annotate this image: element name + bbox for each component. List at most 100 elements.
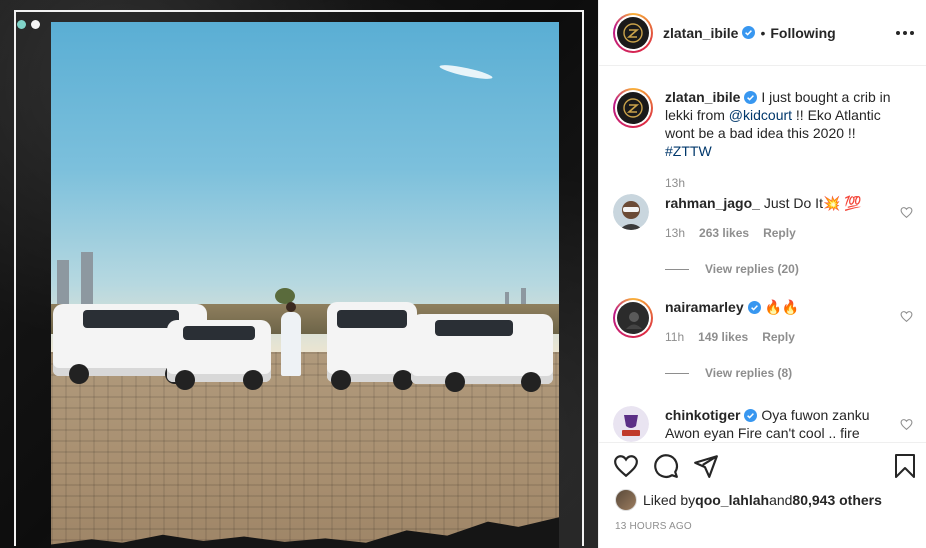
likes-joiner: and [769,492,793,508]
share-icon[interactable] [693,453,719,479]
verified-badge-icon [742,26,756,39]
white-mercedes-suv-coupe [411,314,553,392]
post-timestamp[interactable]: 13 HOURS AGO [615,521,692,532]
post-photo[interactable] [0,0,598,548]
comment-text: nairamarley 🔥🔥 [665,298,895,316]
comment-body: chinkotiger Oya fuwon zanku Awon eyan Fi… [665,406,895,442]
car-wheel [331,370,351,390]
reply-button[interactable]: Reply [763,224,796,242]
view-replies-label: View replies (8) [705,366,793,380]
comment-meta: 13h 263 likes Reply [665,224,895,242]
comment-time[interactable]: 11h [665,328,684,346]
car-window [435,320,513,336]
view-replies-button[interactable]: View replies (8) [665,366,792,380]
likes-count[interactable]: 80,943 others [792,492,882,508]
skyscraper [57,260,69,304]
caption-body: zlatan_ibile I just bought a crib in lek… [665,88,895,192]
caption-text: zlatan_ibile I just bought a crib in lek… [665,88,895,160]
comment-item: chinkotiger Oya fuwon zanku Awon eyan Fi… [613,406,913,442]
comment-item: nairamarley 🔥🔥 11h 149 likes Reply [613,298,913,346]
verified-badge-icon [744,91,758,104]
bookmark-icon[interactable] [893,453,917,479]
liker-avatar[interactable] [615,489,637,511]
avatar-border [615,300,651,336]
comment-likes[interactable]: 263 likes [699,224,749,242]
car-wheel [393,370,413,390]
car-wheel [243,370,263,390]
comment-username[interactable]: nairamarley [665,299,744,315]
car-window [83,310,179,328]
comment-username[interactable]: chinkotiger [665,407,740,423]
caption-time[interactable]: 13h [665,174,685,192]
car-lineup-photo [51,22,559,546]
comment-icon[interactable] [653,453,679,479]
car-wheel [445,372,465,392]
caption-hashtag-link[interactable]: #ZTTW [665,143,712,159]
commenter-avatar[interactable] [613,194,649,230]
post-header: zlatan_ibile • Following [599,0,926,66]
comment-text: chinkotiger Oya fuwon zanku Awon eyan Fi… [665,406,895,442]
likes-summary: Liked by qoo_lahlah and 80,943 others [615,489,882,511]
comment-item: rahman_jago_ Just Do It💥 💯 13h 263 likes… [613,194,913,242]
car-wheel [521,372,541,392]
likes-prefix: Liked by [643,492,696,508]
action-icons [613,453,719,479]
car-window [183,326,255,340]
view-replies-line [665,372,689,374]
view-replies-button[interactable]: View replies (20) [665,262,799,276]
caption-author-avatar[interactable] [613,88,653,128]
comment-body: nairamarley 🔥🔥 11h 149 likes Reply [665,298,895,346]
dot [903,31,907,35]
post-actions: Liked by qoo_lahlah and 80,943 others 13… [599,442,926,548]
commenter-avatar[interactable] [613,298,653,338]
verified-badge-icon [744,409,758,422]
dot [910,31,914,35]
heart-icon[interactable] [613,453,639,479]
comment-meta: 11h 149 likes Reply [665,328,895,346]
zttw-logo-icon [617,92,649,124]
following-button[interactable]: Following [770,25,835,41]
caption-mention-link[interactable]: @kidcourt [729,107,792,123]
reply-button[interactable]: Reply [762,328,795,346]
comment-username[interactable]: rahman_jago_ [665,195,760,211]
commenter-photo [617,302,649,334]
more-options-icon[interactable] [895,24,915,42]
carousel-dot-active [17,20,26,29]
skyscraper [81,252,93,304]
white-g-wagon [327,302,417,390]
avatar-border [615,90,651,126]
view-replies-label: View replies (20) [705,262,799,276]
heart-icon[interactable] [900,310,913,323]
car-window [337,310,407,328]
car-wheel [69,364,89,384]
verified-badge-icon [747,301,761,314]
dot [896,31,900,35]
cloud [438,62,494,82]
author-avatar[interactable] [613,12,653,53]
header-separator: • [760,24,766,41]
view-replies-line [665,268,689,270]
comment-message: Just Do It💥 💯 [759,195,862,211]
distant-building [521,288,526,304]
car-wheel [175,370,195,390]
comments-list[interactable]: zlatan_ibile I just bought a crib in lek… [599,66,926,442]
heart-icon[interactable] [900,206,913,219]
instagram-post-modal: zlatan_ibile • Following zlatan_ibile I … [0,0,926,548]
white-mercedes-sedan [167,320,271,390]
carousel-dot [31,20,40,29]
post-caption: zlatan_ibile I just bought a crib in lek… [613,88,913,192]
distant-building [505,292,509,304]
liker-username[interactable]: qoo_lahlah [695,492,769,508]
author-username[interactable]: zlatan_ibile [663,25,738,41]
caption-username[interactable]: zlatan_ibile [665,89,740,105]
comment-message: 🔥🔥 [760,299,800,315]
comment-time[interactable]: 13h [665,224,685,242]
commenter-avatar[interactable] [613,406,649,442]
comment-text: rahman_jago_ Just Do It💥 💯 [665,194,895,212]
comment-likes[interactable]: 149 likes [698,328,748,346]
carousel-indicator [17,20,40,29]
heart-icon[interactable] [900,418,913,431]
comment-body: rahman_jago_ Just Do It💥 💯 13h 263 likes… [665,194,895,242]
post-sidebar: zlatan_ibile • Following zlatan_ibile I … [598,0,926,548]
person-in-white [281,302,301,376]
